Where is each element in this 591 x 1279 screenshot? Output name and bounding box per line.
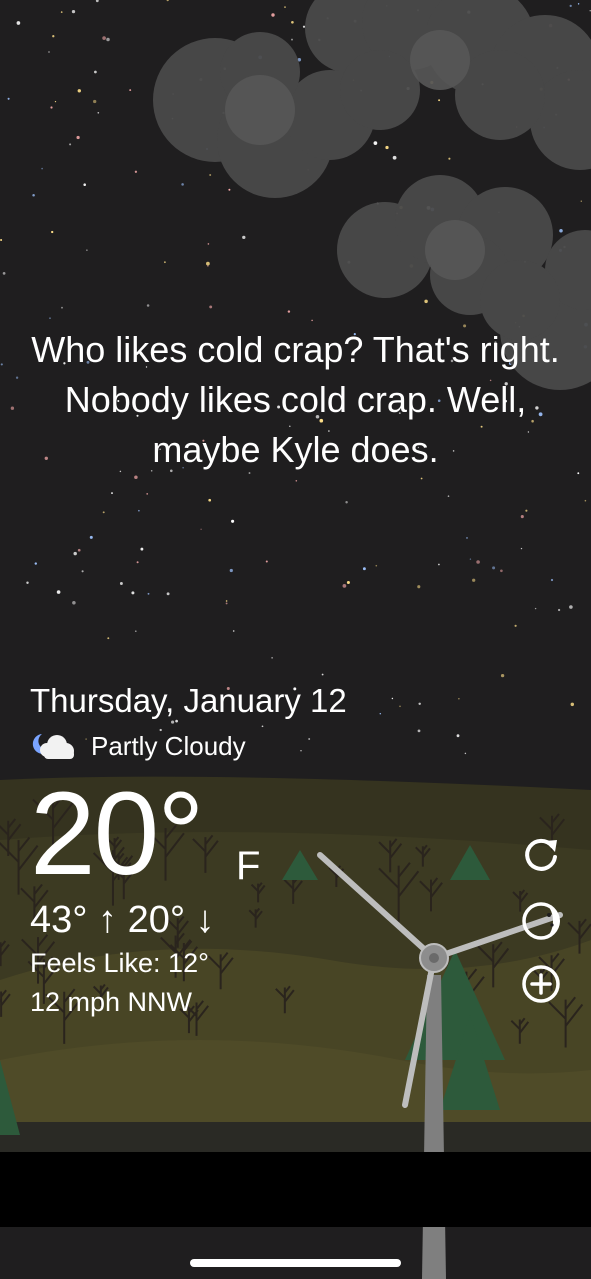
night-landscape-background (0, 0, 591, 1279)
weather-quote: Who likes cold crap? That's right. Nobod… (31, 329, 560, 470)
moon-phase-icon (522, 902, 560, 940)
moon-phase-button[interactable] (519, 899, 563, 943)
partly-cloudy-night-icon (32, 734, 74, 759)
refresh-button[interactable] (519, 833, 563, 877)
refresh-icon (525, 838, 557, 871)
wind-speed: 12 mph NNW (30, 987, 193, 1017)
bottom-bar (0, 1152, 591, 1227)
forecast-date: Thursday, January 12 (30, 682, 347, 719)
condition-text: Partly Cloudy (91, 731, 246, 761)
current-temperature: 20° (30, 768, 204, 900)
high-low-temperature: 43° ↑ 20° ↓ (30, 899, 215, 941)
weather-app: Who likes cold crap? That's right. Nobod… (0, 0, 591, 1279)
feels-like: Feels Like: 12° (30, 948, 209, 978)
add-location-button[interactable] (519, 962, 563, 1006)
home-indicator[interactable] (190, 1259, 401, 1267)
temperature-unit: F (236, 844, 261, 888)
add-circle-icon (522, 965, 560, 1003)
